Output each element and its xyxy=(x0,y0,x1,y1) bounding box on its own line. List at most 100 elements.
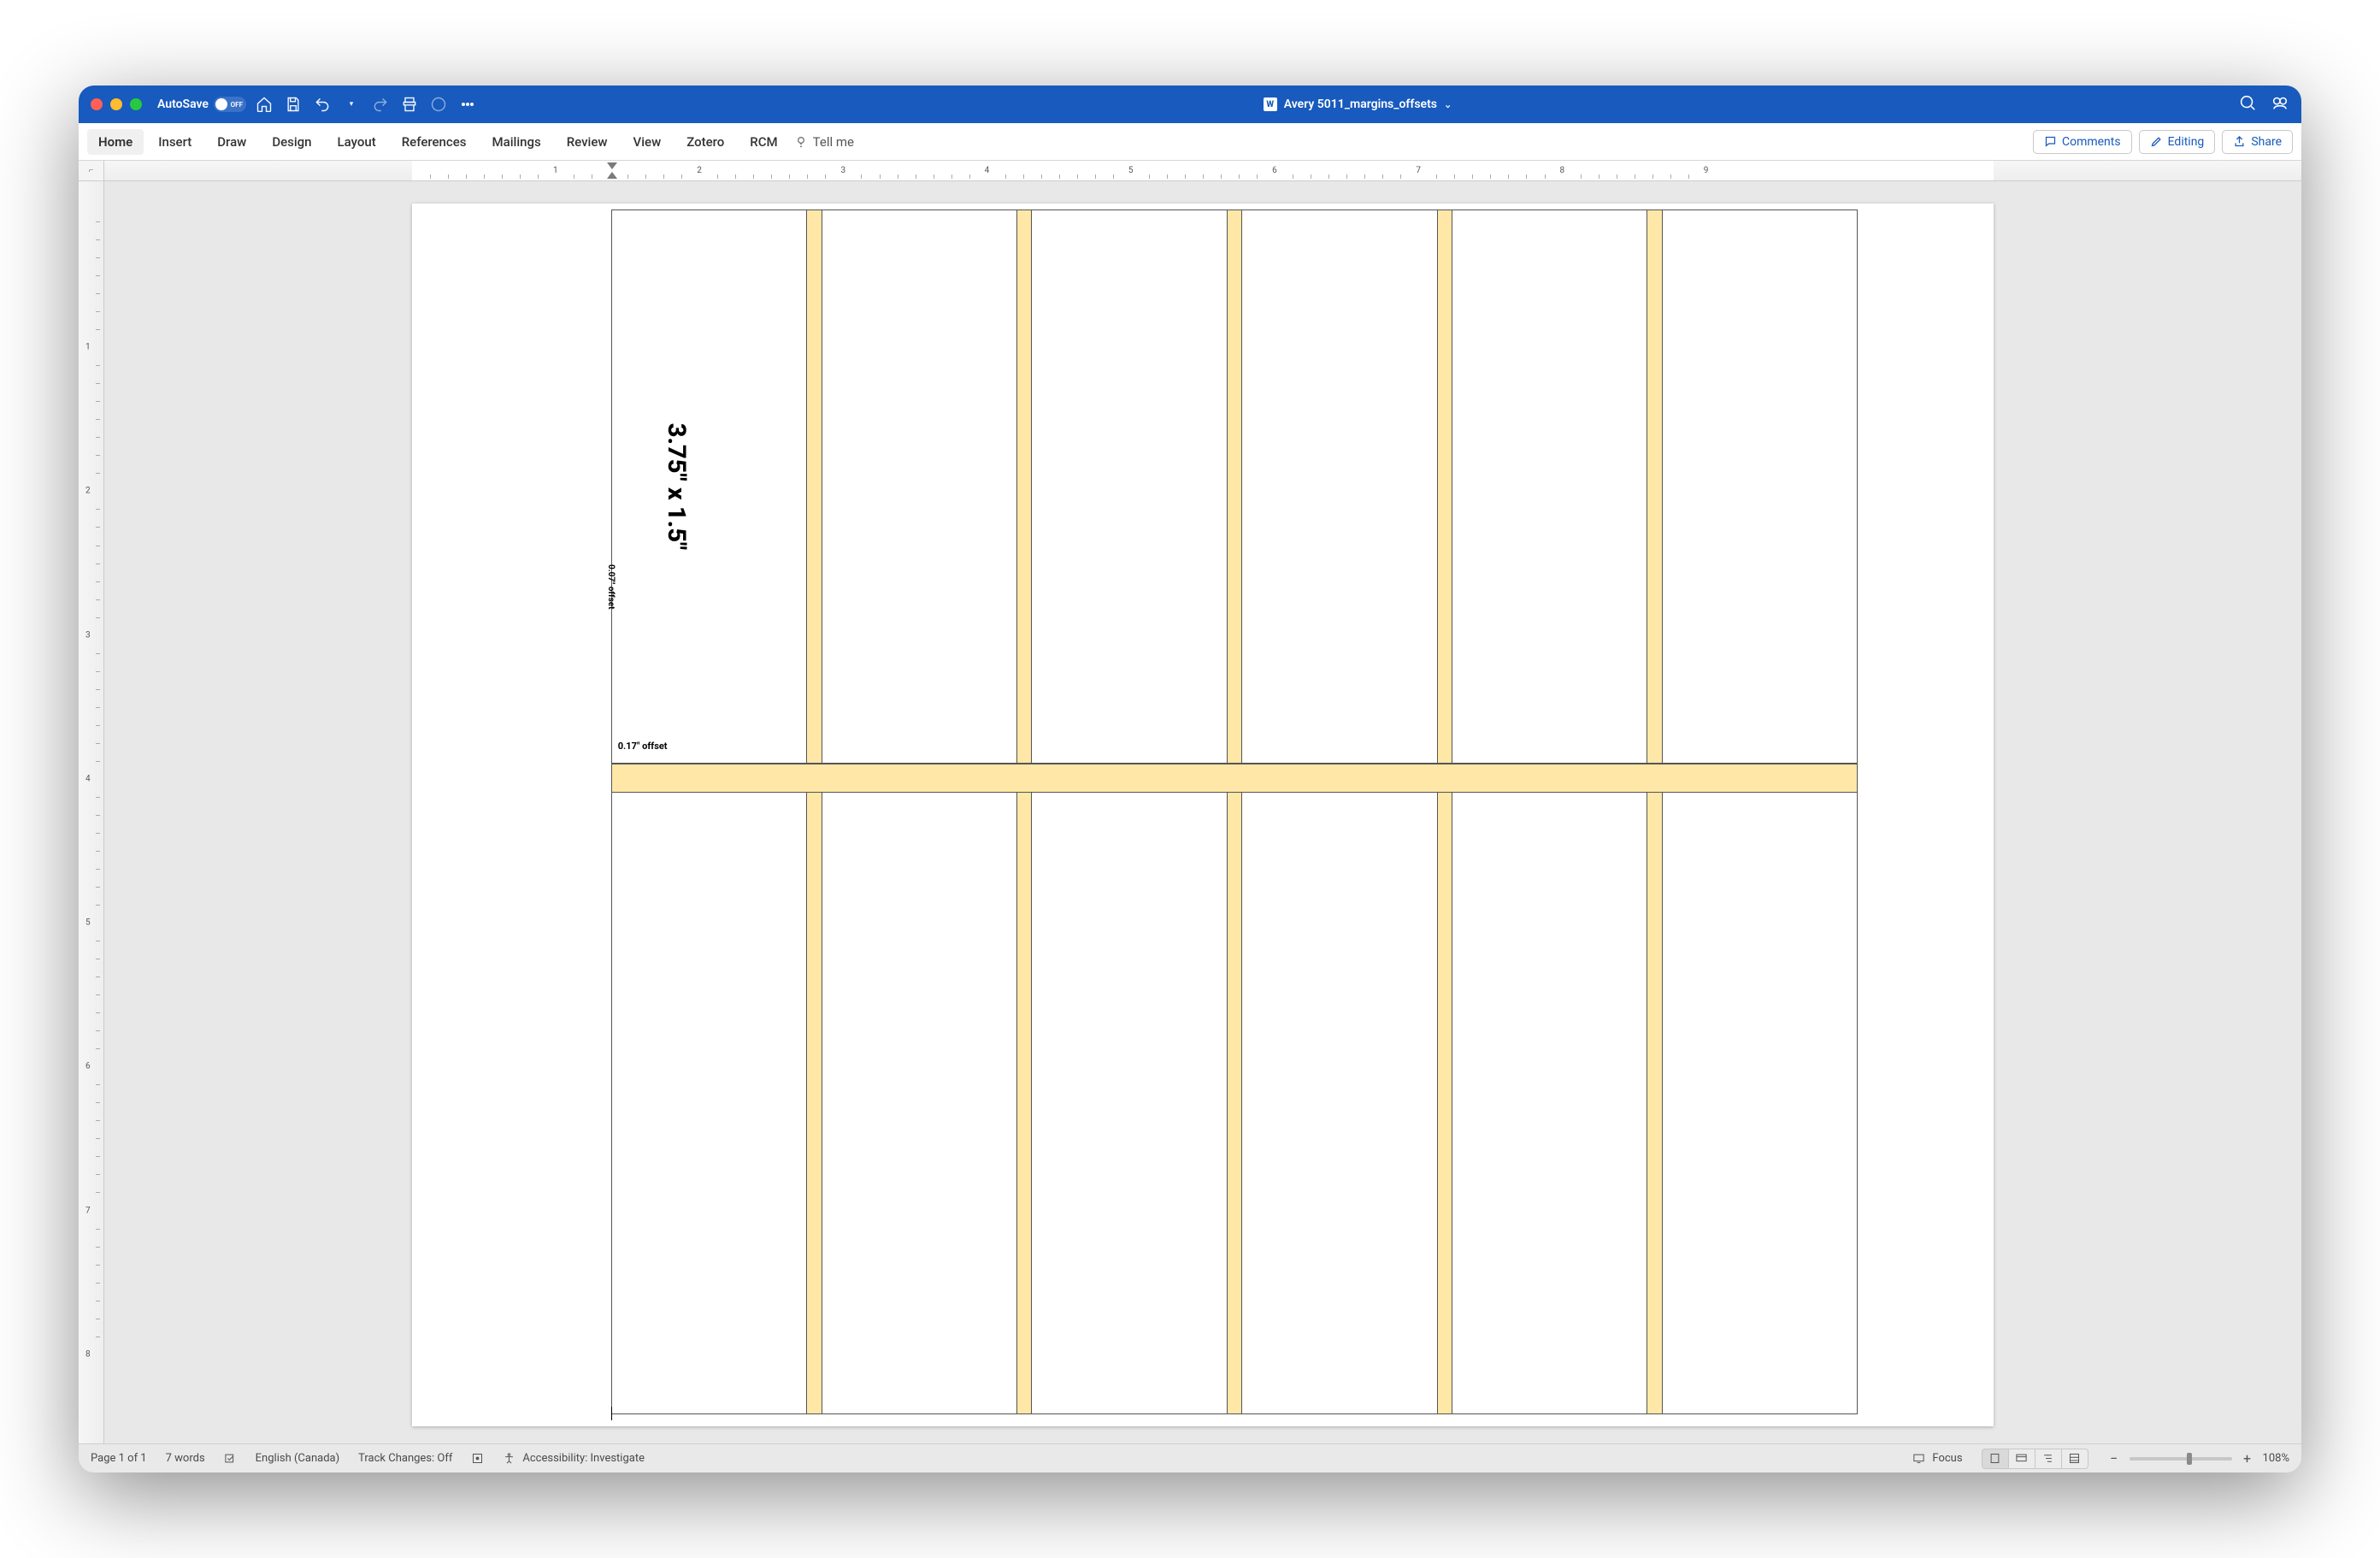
chevron-down-icon[interactable]: ⌄ xyxy=(1444,99,1452,110)
undo-chevron-icon[interactable]: ▾ xyxy=(342,95,361,114)
autosave-state: OFF xyxy=(231,101,243,109)
zoom-controls: − + 108% xyxy=(2107,1450,2289,1467)
zoom-in-button[interactable]: + xyxy=(2241,1450,2254,1467)
column-gap-4b xyxy=(1438,793,1452,1413)
document-title[interactable]: W Avery 5011_margins_offsets ⌄ xyxy=(486,97,2230,111)
label-cell-2-2[interactable] xyxy=(822,793,1017,1413)
ruler-corner: ⌐ xyxy=(79,161,104,181)
app-window: AutoSave OFF ▾ W Avery 5011_margins_offs… xyxy=(79,86,2301,1472)
minimize-window-button[interactable] xyxy=(110,98,122,110)
tab-home[interactable]: Home xyxy=(87,129,144,155)
ribbon-tabs: Home Insert Draw Design Layout Reference… xyxy=(79,123,2301,161)
share-button[interactable]: Share xyxy=(2222,130,2293,154)
titlebar-right xyxy=(2238,93,2289,115)
maximize-window-button[interactable] xyxy=(130,98,142,110)
column-gap-5b xyxy=(1647,793,1662,1413)
column-gap-2 xyxy=(1017,210,1032,763)
statusbar: Page 1 of 1 7 words English (Canada) Tra… xyxy=(79,1443,2301,1472)
row-gap-1 xyxy=(612,764,1857,793)
comments-button[interactable]: Comments xyxy=(2033,130,2132,154)
tab-references[interactable]: References xyxy=(391,129,478,155)
label-cell-2-3[interactable] xyxy=(1032,793,1227,1413)
tab-view[interactable]: View xyxy=(622,129,673,155)
label-row-2 xyxy=(612,793,1857,1413)
view-outline[interactable] xyxy=(2035,1449,2062,1469)
status-language[interactable]: English (Canada) xyxy=(256,1452,339,1465)
touch-mode-icon[interactable] xyxy=(429,95,448,114)
column-gap-3 xyxy=(1228,210,1242,763)
word-doc-icon: W xyxy=(1264,97,1277,111)
status-words[interactable]: 7 words xyxy=(166,1452,205,1465)
view-web-layout[interactable] xyxy=(2008,1449,2035,1469)
status-page[interactable]: Page 1 of 1 xyxy=(91,1452,147,1465)
editing-mode-button[interactable]: Editing xyxy=(2139,130,2216,154)
label-cell-2-1[interactable] xyxy=(612,793,807,1413)
view-draft[interactable] xyxy=(2061,1449,2088,1469)
tab-rcm[interactable]: RCM xyxy=(739,129,788,155)
search-icon[interactable] xyxy=(2238,93,2257,115)
status-accessibility[interactable]: Accessibility: Investigate xyxy=(503,1452,645,1465)
tab-review[interactable]: Review xyxy=(556,129,619,155)
vertical-ruler[interactable]: 12345678 xyxy=(79,181,104,1443)
status-track-changes[interactable]: Track Changes: Off xyxy=(358,1452,452,1465)
copilot-icon[interactable] xyxy=(2271,93,2289,115)
tab-zotero[interactable]: Zotero xyxy=(675,129,735,155)
ribbon-tab-list: Home Insert Draw Design Layout Reference… xyxy=(87,129,789,155)
tab-design[interactable]: Design xyxy=(261,129,322,155)
focus-mode-button[interactable]: Focus xyxy=(1912,1452,1962,1465)
horizontal-ruler[interactable]: 123456789 xyxy=(104,161,2301,181)
zoom-value[interactable]: 108% xyxy=(2263,1452,2289,1465)
label-cell-2-6[interactable] xyxy=(1663,793,1857,1413)
tab-insert[interactable]: Insert xyxy=(147,129,203,155)
autosave-toggle[interactable]: AutoSave OFF xyxy=(157,97,246,112)
column-gap-5 xyxy=(1647,210,1662,763)
window-controls xyxy=(91,98,142,110)
zoom-thumb[interactable] xyxy=(2187,1453,2192,1465)
column-gap-1 xyxy=(807,210,822,763)
label-cell-1-2[interactable] xyxy=(822,210,1017,763)
status-macro-icon[interactable] xyxy=(471,1452,484,1465)
label-cell-1-6[interactable] xyxy=(1663,210,1857,763)
share-label: Share xyxy=(2251,135,2282,149)
text-cursor xyxy=(611,1407,612,1420)
label-dimension-text: 3.75" x 1.5" xyxy=(662,423,691,551)
column-gap-3b xyxy=(1228,793,1242,1413)
document-title-text: Avery 5011_margins_offsets xyxy=(1284,97,1437,111)
status-spellcheck-icon[interactable] xyxy=(224,1452,237,1465)
home-icon[interactable] xyxy=(255,95,274,114)
label-cell-2-4[interactable] xyxy=(1242,793,1437,1413)
canvas-scroll[interactable]: 3.75" x 1.5" 0.07" offset 0.17" offset xyxy=(104,181,2301,1443)
label-cell-1-5[interactable] xyxy=(1452,210,1647,763)
label-cell-1-1[interactable]: 3.75" x 1.5" 0.07" offset 0.17" offset xyxy=(612,210,807,763)
column-gap-1b xyxy=(807,793,822,1413)
label-cell-1-3[interactable] xyxy=(1032,210,1227,763)
label-grid: 3.75" x 1.5" 0.07" offset 0.17" offset xyxy=(611,210,1858,1413)
document-canvas: 3.75" x 1.5" 0.07" offset 0.17" offset xyxy=(104,181,2301,1443)
label-cell-2-5[interactable] xyxy=(1452,793,1647,1413)
column-gap-4 xyxy=(1438,210,1452,763)
label-row-1: 3.75" x 1.5" 0.07" offset 0.17" offset xyxy=(612,210,1857,764)
vertical-offset-text: 0.07" offset xyxy=(606,564,616,610)
autosave-switch[interactable]: OFF xyxy=(214,97,246,112)
status-accessibility-text: Accessibility: Investigate xyxy=(522,1452,645,1465)
tab-mailings[interactable]: Mailings xyxy=(480,129,551,155)
redo-icon[interactable] xyxy=(371,95,390,114)
horizontal-offset-text: 0.17" offset xyxy=(618,741,668,752)
tab-layout[interactable]: Layout xyxy=(327,129,387,155)
more-icon[interactable] xyxy=(458,95,477,114)
titlebar: AutoSave OFF ▾ W Avery 5011_margins_offs… xyxy=(79,86,2301,123)
print-icon[interactable] xyxy=(400,95,419,114)
zoom-out-button[interactable]: − xyxy=(2107,1450,2121,1467)
view-print-layout[interactable] xyxy=(1982,1449,2009,1469)
comments-label: Comments xyxy=(2062,135,2121,149)
zoom-slider[interactable] xyxy=(2130,1457,2232,1461)
editing-label: Editing xyxy=(2168,135,2205,149)
label-cell-1-4[interactable] xyxy=(1242,210,1437,763)
tell-me-label: Tell me xyxy=(813,134,854,150)
close-window-button[interactable] xyxy=(91,98,103,110)
save-icon[interactable] xyxy=(284,95,303,114)
undo-icon[interactable] xyxy=(313,95,332,114)
tab-draw[interactable]: Draw xyxy=(206,129,257,155)
page[interactable]: 3.75" x 1.5" 0.07" offset 0.17" offset xyxy=(412,204,1994,1426)
tell-me-search[interactable]: Tell me xyxy=(794,134,854,150)
